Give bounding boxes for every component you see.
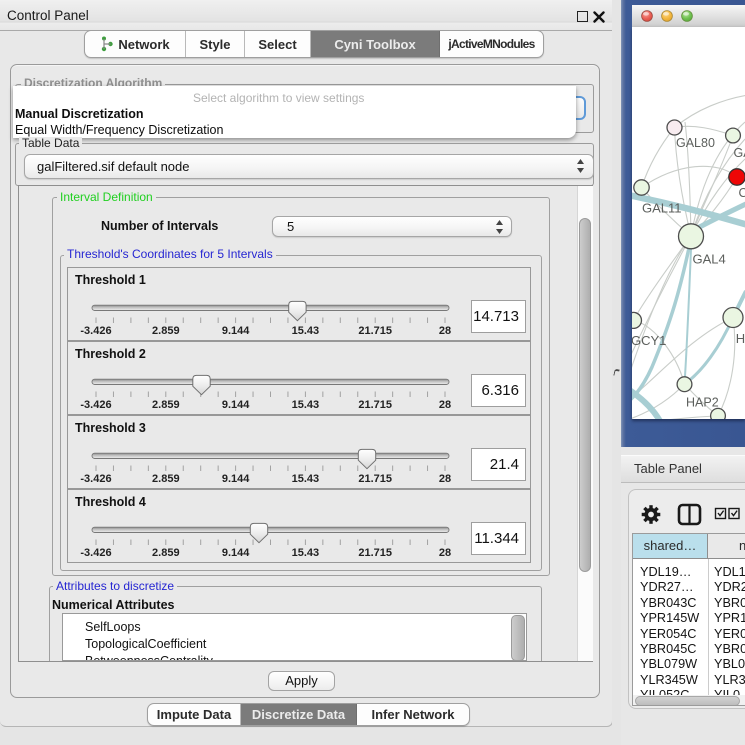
svg-text:GCY1: GCY1: [632, 333, 666, 348]
svg-text:GA: GA: [734, 146, 745, 160]
svg-text:C: C: [739, 186, 745, 200]
svg-text:GAL11: GAL11: [642, 201, 682, 216]
svg-text:GAL4: GAL4: [693, 252, 726, 267]
svg-text:GAL80: GAL80: [676, 136, 715, 150]
svg-text:H: H: [736, 331, 745, 346]
svg-text:HAP2: HAP2: [686, 396, 719, 410]
